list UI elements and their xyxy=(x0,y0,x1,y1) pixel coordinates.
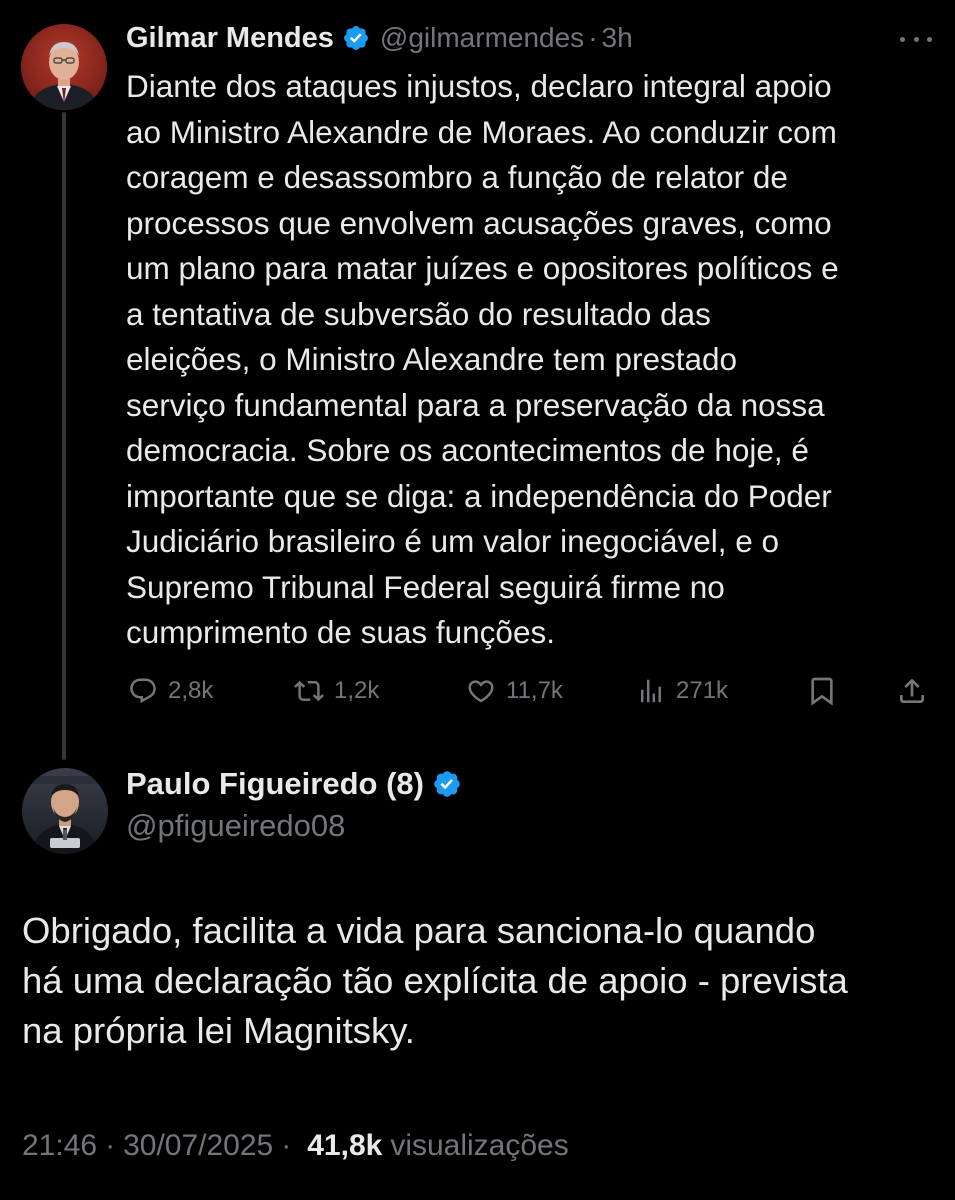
like-button[interactable]: 11,7k xyxy=(466,666,563,716)
tweet-text-line: importante que se diga: a independência … xyxy=(126,477,832,514)
retweet-count: 1,2k xyxy=(334,677,380,704)
reply-meta: 21:46 · 30/07/2025 · 41,8k visualizações xyxy=(22,1124,569,1168)
reply-author-name[interactable]: Paulo Figueiredo (8) xyxy=(126,766,424,802)
views-icon xyxy=(636,676,666,706)
reply-date[interactable]: 30/07/2025 xyxy=(123,1129,273,1163)
tweet-header: Gilmar Mendes @gilmarmendes · 3h xyxy=(126,18,633,58)
views-button[interactable]: 271k xyxy=(636,666,728,716)
reply-icon xyxy=(128,676,158,706)
reply-views-label: visualizações xyxy=(390,1129,569,1162)
tweet-text-line: Diante dos ataques injustos, declaro int… xyxy=(126,68,832,104)
reply-header: Paulo Figueiredo (8) xyxy=(126,764,472,804)
tweet-text-line: eleições, o Ministro Alexandre tem prest… xyxy=(126,341,738,377)
share-icon xyxy=(896,675,928,707)
share-button[interactable] xyxy=(896,666,928,716)
tweet-text: Diante dos ataques injustos, declaro int… xyxy=(126,64,941,656)
reply-text-line: há uma declaração tão explícita de apoio… xyxy=(22,960,848,1001)
tweet-text-line: um plano para matar juízes e opositores … xyxy=(126,250,839,286)
reply-views-count: 41,8k xyxy=(307,1129,383,1162)
verified-badge-icon xyxy=(342,24,370,52)
verified-badge-icon xyxy=(432,769,462,799)
like-count: 11,7k xyxy=(506,677,563,704)
like-icon xyxy=(466,676,496,706)
bookmark-icon xyxy=(806,675,838,707)
tweet-text-line: a tentativa de subversão do resultado da… xyxy=(126,295,711,332)
retweet-button[interactable]: 1,2k xyxy=(294,666,379,716)
reply-text-line: na própria lei Magnitsky. xyxy=(22,1010,415,1051)
reply-text: Obrigado, facilita a vida para sanciona-… xyxy=(22,906,942,1056)
tweet-text-line: processos que envolvem acusações graves,… xyxy=(126,204,832,241)
tweet-text-line: cumprimento de suas funções. xyxy=(126,614,555,650)
tweet-time[interactable]: 3h xyxy=(602,22,633,54)
tweet-text-line: democracia. Sobre os acontecimentos de h… xyxy=(126,432,809,468)
thread-connector-line xyxy=(62,112,66,760)
reply-author-handle[interactable]: @pfigueiredo08 xyxy=(126,808,345,844)
tweet-screenshot: Gilmar Mendes @gilmarmendes · 3h Diante … xyxy=(0,0,955,1200)
separator-dot: · xyxy=(588,22,598,53)
separator-dot: · xyxy=(105,1129,116,1162)
reply-button[interactable]: 2,8k xyxy=(128,666,213,716)
retweet-icon xyxy=(294,676,324,706)
reply-text-line: Obrigado, facilita a vida para sanciona-… xyxy=(22,910,816,951)
author-handle[interactable]: @gilmarmendes xyxy=(380,22,584,54)
tweet-text-line: Judiciário brasileiro é um valor inegoci… xyxy=(126,523,780,559)
tweet-text-line: coragem e desassombro a função de relato… xyxy=(126,159,788,195)
more-icon[interactable] xyxy=(892,24,940,54)
avatar-gilmar-mendes[interactable] xyxy=(21,24,107,110)
separator-dot: · xyxy=(281,1129,292,1162)
views-count: 271k xyxy=(676,677,729,704)
tweet-text-line: ao Ministro Alexandre de Moraes. Ao cond… xyxy=(126,113,837,150)
reply-count: 2,8k xyxy=(168,677,214,704)
reply-time[interactable]: 21:46 xyxy=(22,1129,97,1163)
author-name[interactable]: Gilmar Mendes xyxy=(126,22,334,55)
bookmark-button[interactable] xyxy=(806,666,838,716)
tweet-action-bar: 2,8k 1,2k 11,7k 271k xyxy=(126,666,938,716)
avatar-paulo-figueiredo[interactable] xyxy=(22,768,108,854)
tweet-text-line: Supremo Tribunal Federal seguirá firme n… xyxy=(126,568,725,605)
tweet-text-line: serviço fundamental para a preservação d… xyxy=(126,386,825,423)
